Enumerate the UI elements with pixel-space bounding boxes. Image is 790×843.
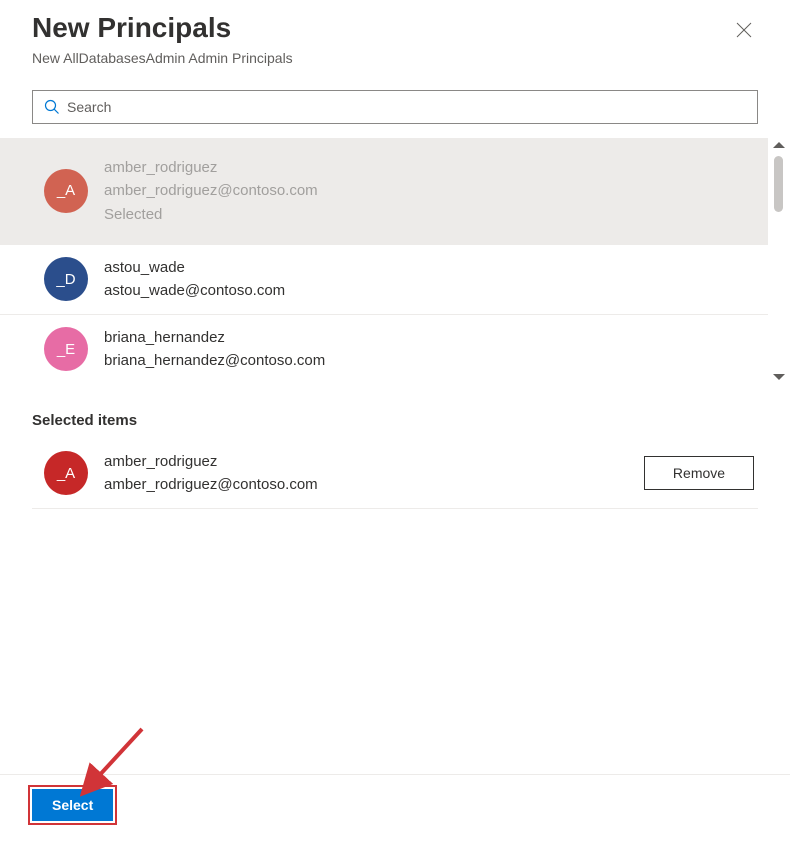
selected-email: amber_rodriguez@contoso.com (104, 473, 318, 496)
result-name: astou_wade (104, 256, 285, 279)
result-row[interactable]: _A amber_rodriguez amber_rodriguez@conto… (0, 138, 768, 244)
avatar: _D (44, 257, 88, 301)
scroll-thumb[interactable] (774, 156, 783, 212)
result-email: briana_hernandez@contoso.com (104, 349, 325, 372)
search-field (32, 90, 758, 124)
avatar: _A (44, 451, 88, 495)
selected-info: amber_rodriguez amber_rodriguez@contoso.… (104, 450, 318, 497)
select-button[interactable]: Select (32, 789, 113, 821)
avatar: _A (44, 169, 88, 213)
result-row[interactable]: _D astou_wade astou_wade@contoso.com (0, 244, 768, 314)
result-info: amber_rodriguez amber_rodriguez@contoso.… (104, 156, 318, 226)
close-button[interactable] (734, 20, 754, 40)
search-input[interactable] (32, 90, 758, 124)
result-info: astou_wade astou_wade@contoso.com (104, 256, 285, 303)
scroll-up-icon[interactable] (773, 142, 785, 148)
result-row[interactable]: _E briana_hernandez briana_hernandez@con… (0, 314, 768, 384)
result-email: astou_wade@contoso.com (104, 279, 285, 302)
result-name: briana_hernandez (104, 326, 325, 349)
avatar: _E (44, 327, 88, 371)
result-info: briana_hernandez briana_hernandez@contos… (104, 326, 325, 373)
results-list: _A amber_rodriguez amber_rodriguez@conto… (0, 138, 790, 384)
footer-divider (0, 774, 790, 775)
new-principals-panel: New Principals New AllDatabasesAdmin Adm… (0, 0, 790, 843)
scrollbar[interactable] (770, 138, 790, 384)
selected-items-heading: Selected items (32, 412, 758, 429)
panel-title: New Principals (32, 12, 758, 44)
panel-header: New Principals New AllDatabasesAdmin Adm… (32, 12, 758, 66)
selected-name: amber_rodriguez (104, 450, 318, 473)
result-status: Selected (104, 203, 318, 226)
result-email: amber_rodriguez@contoso.com (104, 179, 318, 202)
close-icon (736, 22, 752, 38)
selected-row: _A amber_rodriguez amber_rodriguez@conto… (32, 439, 758, 509)
remove-button[interactable]: Remove (644, 456, 754, 490)
scroll-down-icon[interactable] (773, 374, 785, 380)
selected-items-list: _A amber_rodriguez amber_rodriguez@conto… (32, 439, 758, 509)
panel-subtitle: New AllDatabasesAdmin Admin Principals (32, 50, 758, 66)
result-name: amber_rodriguez (104, 156, 318, 179)
